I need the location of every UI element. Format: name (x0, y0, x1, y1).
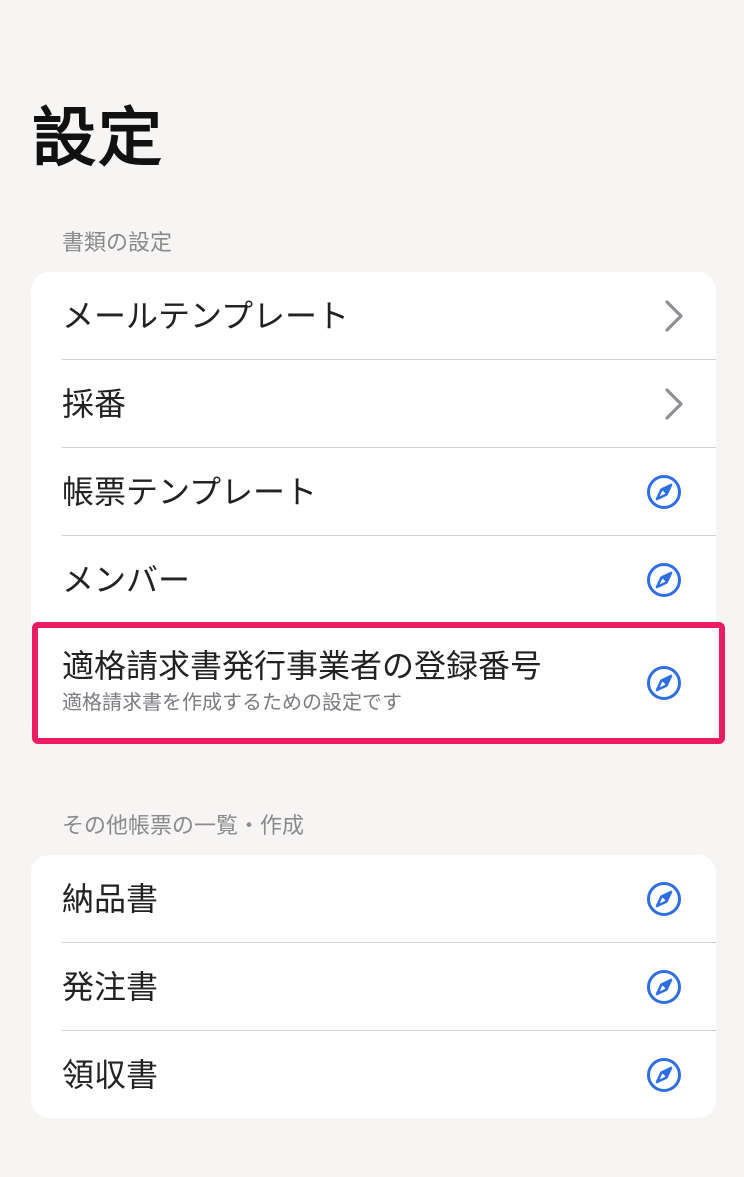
row-subtitle: 適格請求書を作成するための設定です (62, 690, 402, 714)
settings-row-invoice-registration-number[interactable]: 適格請求書発行事業者の登録番号 適格請求書を作成するための設定です (62, 624, 716, 743)
row-label: メールテンプレート (62, 297, 350, 335)
safari-compass-icon (647, 970, 681, 1004)
settings-row-delivery-note[interactable]: 納品書 (62, 855, 716, 943)
safari-compass-icon (647, 882, 681, 916)
settings-row-purchase-order[interactable]: 発注書 (62, 943, 716, 1031)
row-label: 発注書 (62, 968, 159, 1006)
other-forms-card: 納品書 発注書 領収書 (31, 855, 716, 1118)
document-settings-card: メールテンプレート 採番 帳票テンプレート メンバー 適格請求書発行事業者の登録… (31, 272, 716, 743)
safari-compass-icon (647, 666, 681, 700)
row-label: 帳票テンプレート (62, 473, 318, 511)
safari-compass-icon (647, 563, 681, 597)
settings-row-mail-template[interactable]: メールテンプレート (62, 272, 716, 360)
settings-row-numbering[interactable]: 採番 (62, 360, 716, 448)
chevron-right-icon (665, 300, 683, 332)
chevron-right-icon (665, 388, 683, 420)
row-label: メンバー (62, 561, 191, 599)
row-label: 採番 (62, 385, 127, 423)
settings-row-members[interactable]: メンバー (62, 536, 716, 624)
page-title: 設定 (32, 102, 164, 176)
section-header-document-settings: 書類の設定 (62, 231, 173, 256)
settings-row-form-template[interactable]: 帳票テンプレート (62, 448, 716, 536)
safari-compass-icon (647, 475, 681, 509)
row-label: 納品書 (62, 880, 159, 918)
row-label: 領収書 (62, 1056, 159, 1094)
settings-row-receipt[interactable]: 領収書 (62, 1031, 716, 1118)
row-label: 適格請求書発行事業者の登録番号 (62, 647, 543, 685)
safari-compass-icon (647, 1058, 681, 1092)
section-header-other-forms: その他帳票の一覧・作成 (62, 814, 305, 839)
